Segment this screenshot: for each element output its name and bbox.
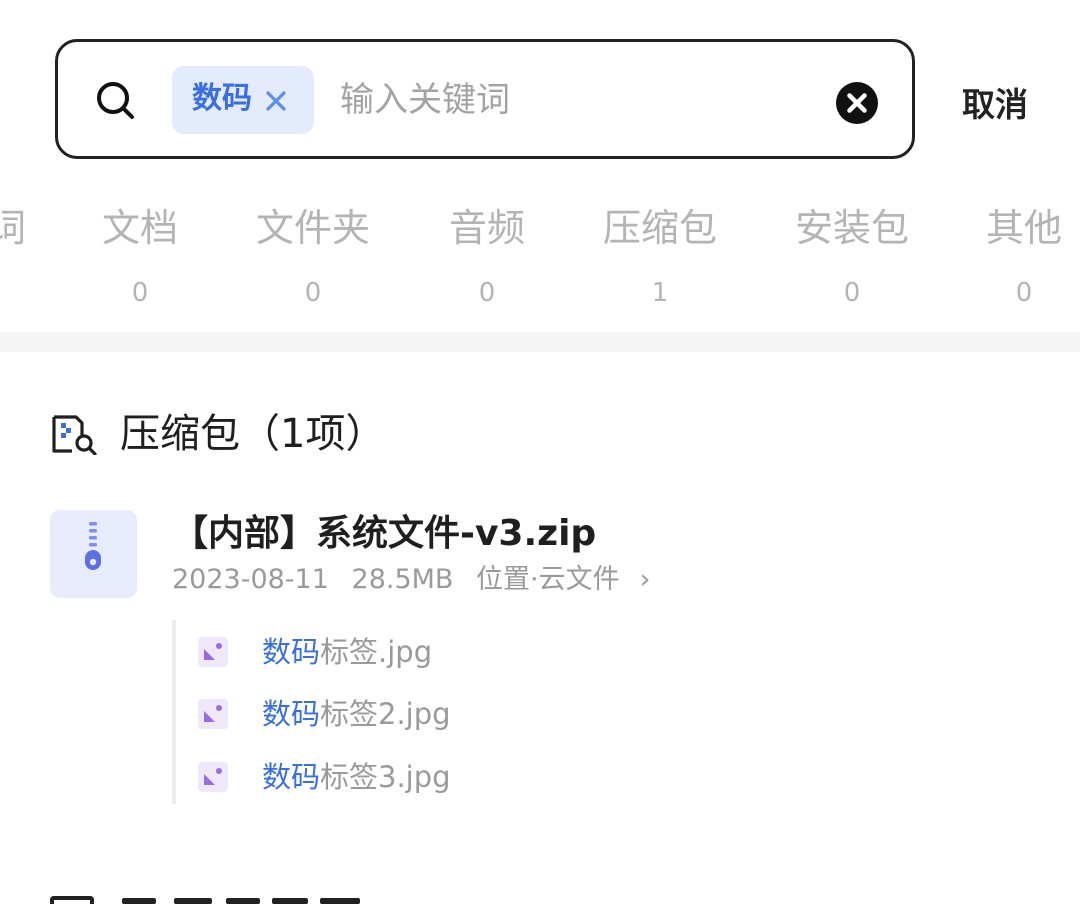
- match-rest: 标签2.jpg: [320, 697, 451, 731]
- category-label: 安装包: [794, 206, 909, 250]
- next-section-title-fragment: [122, 898, 156, 904]
- next-section-title-fragment: [226, 898, 260, 904]
- category-label: 文档: [101, 206, 178, 250]
- category-tab-installers[interactable]: 安装包 0: [782, 205, 922, 308]
- archive-search-icon: [52, 415, 97, 455]
- file-name[interactable]: 【内部】系统文件-v3.zip: [172, 510, 596, 558]
- archive-content-name: 数码标签2.jpg: [262, 692, 451, 736]
- match-rest: 标签3.jpg: [320, 760, 451, 794]
- image-file-icon: [198, 637, 228, 667]
- category-label: 压缩包: [602, 206, 717, 250]
- archive-content-name: 数码标签3.jpg: [262, 755, 451, 799]
- category-tab-partial-label: 词: [0, 206, 26, 250]
- next-section-header-cutoff: [50, 896, 1080, 904]
- file-thumbnail[interactable]: [50, 510, 137, 598]
- next-section-icon: [50, 896, 94, 904]
- tag-remove-icon[interactable]: [264, 89, 288, 113]
- category-label: 其他: [985, 206, 1062, 250]
- clear-search-icon[interactable]: [835, 81, 879, 125]
- category-tab-documents[interactable]: 文档 0: [80, 205, 200, 308]
- match-highlight: 数码: [262, 697, 321, 731]
- search-icon: [97, 82, 134, 119]
- category-count: 0: [1015, 278, 1033, 308]
- match-rest: 标签.jpg: [320, 635, 433, 669]
- file-date: 2023-08-11: [172, 564, 329, 595]
- file-location: 位置·云文件: [476, 564, 620, 595]
- chevron-right-icon: ›: [639, 564, 651, 595]
- search-results-page: 数码 取消 词 文档 0 文件夹 0 音频 0 压缩包 1 安装包 0: [0, 0, 1080, 904]
- category-count: 0: [843, 278, 861, 308]
- match-highlight: 数码: [262, 760, 321, 794]
- category-label: 音频: [448, 206, 525, 250]
- category-count: 1: [651, 278, 669, 308]
- section-title: 压缩包（1项）: [120, 411, 386, 457]
- category-tab-partial[interactable]: 词: [0, 205, 26, 251]
- search-input[interactable]: [340, 72, 810, 128]
- file-location-link[interactable]: 位置·云文件 ›: [476, 564, 650, 595]
- next-section-title-fragment: [320, 898, 360, 904]
- category-count: 0: [131, 278, 149, 308]
- next-section-title-fragment: [272, 898, 308, 904]
- next-section-title-fragment: [174, 898, 212, 904]
- category-tab-audio[interactable]: 音频 0: [427, 205, 547, 308]
- search-tag-chip[interactable]: 数码: [172, 66, 314, 134]
- match-highlight: 数码: [262, 635, 321, 669]
- search-tag-label: 数码: [192, 81, 252, 116]
- contents-guide-line: [172, 620, 176, 804]
- category-tab-folders[interactable]: 文件夹 0: [243, 205, 383, 308]
- cancel-button[interactable]: 取消: [962, 78, 1028, 126]
- image-file-icon: [198, 762, 228, 792]
- category-label: 文件夹: [255, 206, 370, 250]
- search-bar[interactable]: 数码: [55, 39, 915, 159]
- image-file-icon: [198, 699, 228, 729]
- category-count: 0: [304, 278, 322, 308]
- archive-content-name: 数码标签.jpg: [262, 630, 432, 674]
- category-count: 0: [478, 278, 496, 308]
- file-meta: 2023-08-11 28.5MB 位置·云文件 ›: [172, 562, 664, 598]
- file-size: 28.5MB: [351, 564, 454, 595]
- category-tab-archives[interactable]: 压缩包 1: [590, 205, 730, 308]
- section-divider: [0, 332, 1080, 352]
- category-tab-other[interactable]: 其他 0: [972, 205, 1076, 308]
- zip-file-icon: [85, 522, 101, 570]
